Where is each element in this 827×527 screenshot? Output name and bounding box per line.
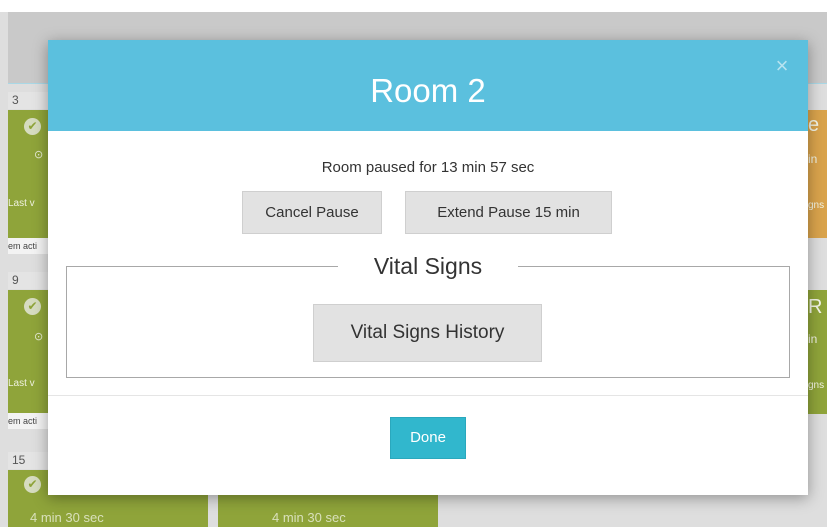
modal-title: Room 2 xyxy=(370,72,486,109)
row-number-9: 9 xyxy=(8,272,48,289)
tile-signs-text: gns xyxy=(808,380,825,391)
done-button[interactable]: Done xyxy=(390,417,466,459)
tile-small-text: in xyxy=(808,152,818,166)
pause-status-text: Room paused for 13 min 57 sec xyxy=(321,159,535,176)
clock-icon: ⊙ xyxy=(34,149,44,161)
room-tile: e in gns xyxy=(808,110,827,238)
modal-header: Room 2 × xyxy=(48,40,808,131)
tile-small-text: in xyxy=(808,332,818,346)
tile-letter: e xyxy=(808,114,820,136)
vital-signs-legend: Vital Signs xyxy=(338,251,518,281)
check-icon: ✔ xyxy=(24,476,41,493)
tile-signs-text: gns xyxy=(808,200,825,211)
last-visit-label: Last v xyxy=(8,378,35,389)
cancel-pause-button[interactable]: Cancel Pause xyxy=(242,191,382,234)
top-bar xyxy=(0,0,827,12)
footer-divider xyxy=(48,395,808,396)
tile-timer: 4 min 30 sec xyxy=(30,510,104,525)
room-tile: ✔ ⊙ Last v xyxy=(8,110,48,238)
extend-pause-button[interactable]: Extend Pause 15 min xyxy=(405,191,612,234)
check-icon: ✔ xyxy=(24,298,41,315)
tile-timer: 4 min 30 sec xyxy=(272,510,346,525)
row-number-15: 15 xyxy=(8,452,48,469)
check-icon: ✔ xyxy=(24,118,41,135)
room-tile: R in gns xyxy=(808,290,827,414)
item-action-label: em acti xyxy=(8,238,48,254)
clock-icon: ⊙ xyxy=(34,331,44,343)
last-visit-label: Last v xyxy=(8,198,35,209)
room-tile: ✔ ⊙ Last v xyxy=(8,290,48,414)
tile-letter: R xyxy=(808,296,823,318)
vital-signs-history-button[interactable]: Vital Signs History xyxy=(313,304,542,362)
close-icon[interactable]: × xyxy=(772,55,792,77)
room-modal: Room 2 × Room paused for 13 min 57 sec C… xyxy=(48,40,808,495)
item-action-label: em acti xyxy=(8,413,48,429)
row-number-3: 3 xyxy=(8,92,48,109)
